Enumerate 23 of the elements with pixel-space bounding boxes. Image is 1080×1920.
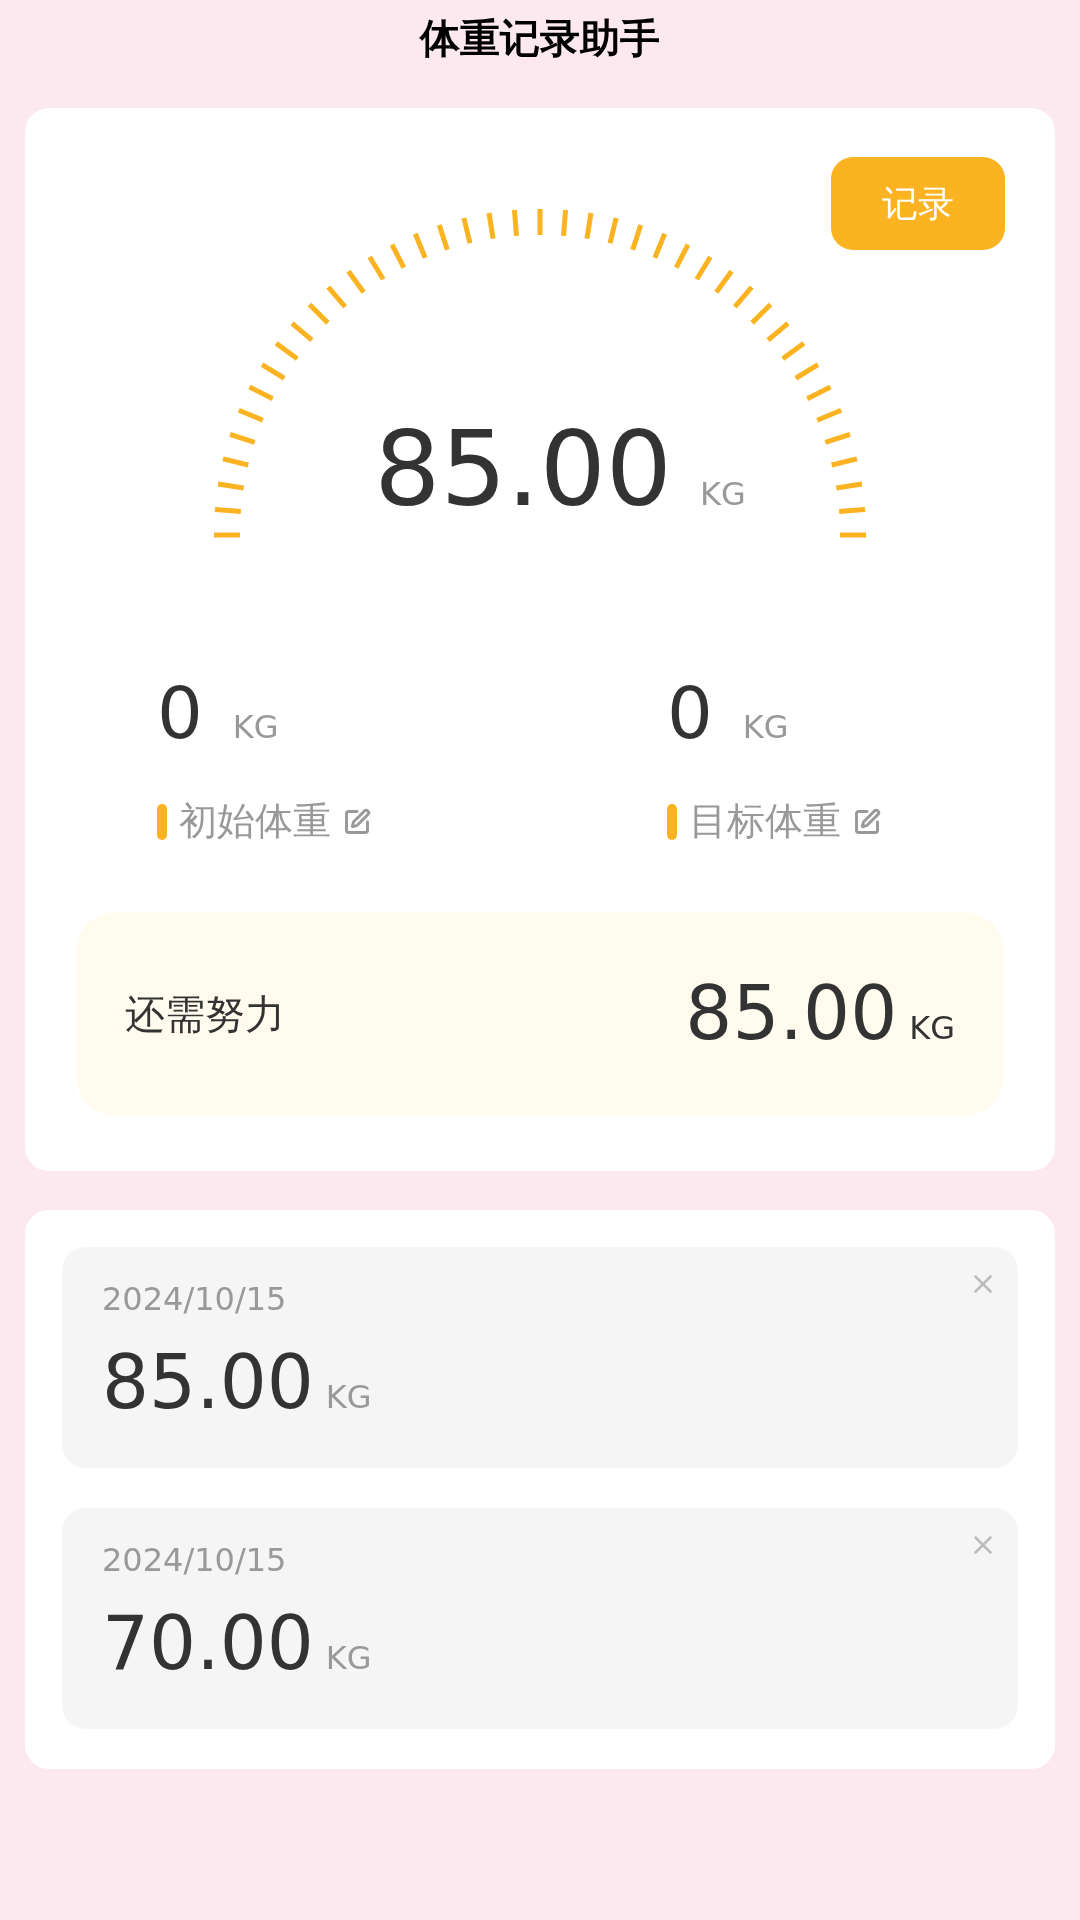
record-date: 2024/10/15 (102, 1540, 287, 1581)
remaining-value: 85.00 (685, 976, 898, 1050)
accent-bar (157, 803, 167, 840)
remaining-label: 还需努力 (125, 990, 285, 1039)
stat-value: 0 (667, 677, 713, 749)
weight-unit: KG (232, 707, 279, 748)
record-date: 2024/10/15 (102, 1279, 287, 1320)
record-button[interactable]: 记录 (831, 157, 1005, 250)
stat-label: 初始体重 (179, 798, 331, 845)
accent-bar (667, 803, 677, 840)
weight-unit: KG (325, 1377, 372, 1418)
weight-unit: KG (909, 1008, 955, 1049)
edit-icon[interactable] (343, 807, 371, 836)
current-weight: 85.00 (374, 417, 672, 521)
weight-unit: KG (742, 707, 789, 748)
weight-unit: KG (699, 474, 746, 515)
stat-value: 0 (157, 677, 203, 749)
record-weight: 85.00 (102, 1345, 314, 1419)
record-weight: 70.00 (102, 1606, 314, 1680)
stat-label: 目标体重 (689, 798, 841, 845)
app-title: 体重记录助手 (420, 14, 660, 63)
weight-unit: KG (325, 1638, 372, 1679)
edit-icon[interactable] (853, 807, 881, 836)
